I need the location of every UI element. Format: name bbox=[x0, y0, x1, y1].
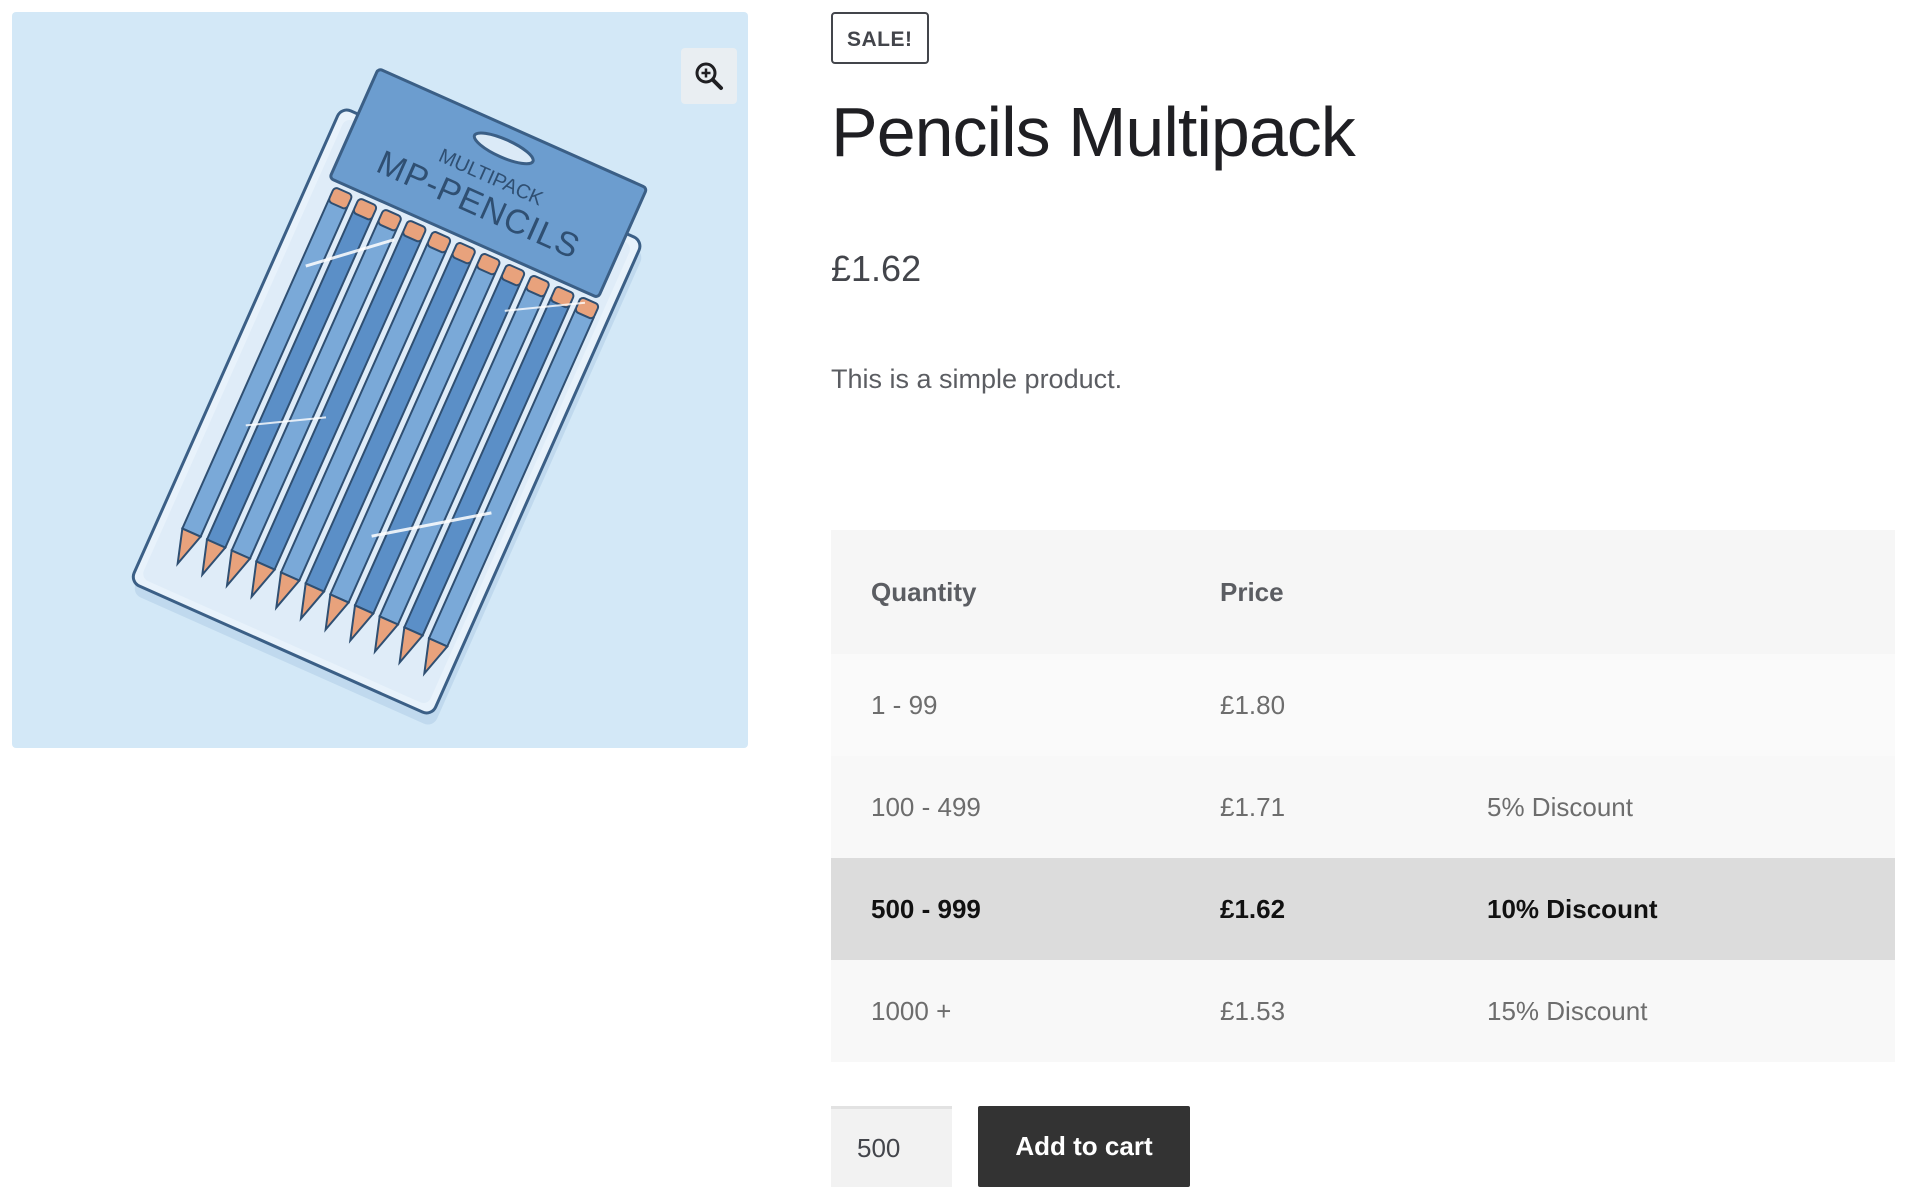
discount-header bbox=[1447, 530, 1895, 654]
tier-quantity-cell: 100 - 499 bbox=[871, 791, 981, 822]
tier-discount-cell: 5% Discount bbox=[1487, 791, 1633, 822]
product-gallery: MULTIPACK MP-PENCILS bbox=[12, 12, 748, 748]
tier-price-cell: £1.62 bbox=[1220, 893, 1286, 924]
quantity-input[interactable] bbox=[831, 1106, 952, 1187]
tier-discount-cell bbox=[1447, 654, 1895, 756]
product-title: Pencils Multipack bbox=[831, 93, 1356, 171]
tier-discount-cell: 15% Discount bbox=[1487, 995, 1648, 1026]
tier-quantity-cell: 500 - 999 bbox=[871, 893, 981, 924]
tier-row[interactable]: 1000 + £1.53 15% Discount bbox=[831, 960, 1895, 1062]
tier-price-cell: £1.53 bbox=[1220, 995, 1286, 1026]
tier-quantity-cell: 1 - 99 bbox=[871, 689, 938, 720]
zoom-button[interactable] bbox=[681, 48, 737, 104]
tier-row[interactable]: 1 - 99 £1.80 bbox=[831, 654, 1895, 756]
quantity-header: Quantity bbox=[871, 576, 977, 607]
product-description: This is a simple product. bbox=[831, 364, 1123, 394]
product-summary: SALE! Pencils Multipack £1.62 This is a … bbox=[831, 0, 1895, 1200]
table-header-row: Quantity Price bbox=[831, 530, 1895, 654]
product-image: MULTIPACK MP-PENCILS bbox=[131, 68, 648, 725]
tier-row[interactable]: 100 - 499 £1.71 5% Discount bbox=[831, 756, 1895, 858]
add-to-cart-form: Add to cart bbox=[831, 1106, 1190, 1187]
add-to-cart-button[interactable]: Add to cart bbox=[978, 1106, 1190, 1187]
sale-badge: SALE! bbox=[831, 12, 929, 64]
product-price: £1.62 bbox=[831, 248, 922, 289]
tier-price-cell: £1.71 bbox=[1220, 791, 1286, 822]
price-header: Price bbox=[1220, 576, 1284, 607]
tier-discount-cell: 10% Discount bbox=[1487, 893, 1658, 924]
tier-row[interactable]: 500 - 999 £1.62 10% Discount bbox=[831, 858, 1895, 960]
zoom-in-icon bbox=[695, 62, 723, 90]
tier-quantity-cell: 1000 + bbox=[871, 995, 952, 1026]
tier-pricing-table: Quantity Price 1 - 99 £1.80 100 - 499 £1.71… bbox=[831, 530, 1895, 1062]
tier-price-cell: £1.80 bbox=[1220, 689, 1286, 720]
